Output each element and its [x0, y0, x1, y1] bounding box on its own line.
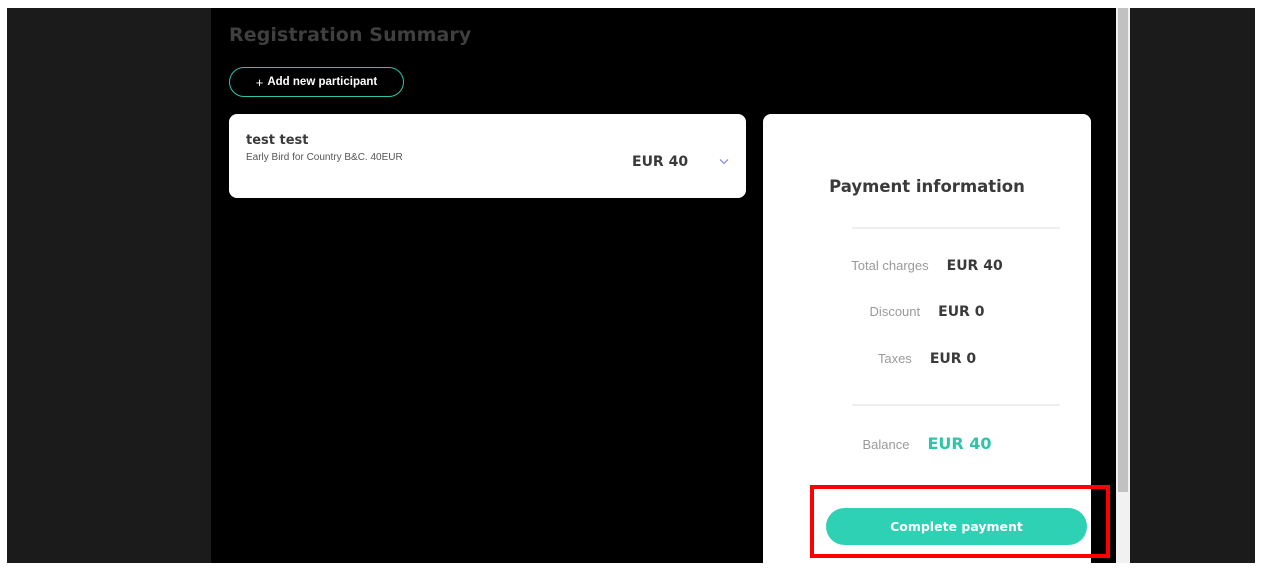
taxes-value: EUR 0: [929, 351, 977, 367]
participant-price: EUR 40: [632, 154, 689, 170]
balance-label: Balance: [862, 437, 910, 452]
add-participant-label: Add new participant: [267, 76, 378, 88]
total-charges-value: EUR 40: [946, 258, 1003, 274]
plus-icon: +: [255, 74, 264, 90]
divider: [852, 227, 1060, 229]
discount-value: EUR 0: [938, 304, 985, 320]
scrollbar-thumb[interactable]: [1118, 8, 1128, 492]
divider: [852, 404, 1060, 406]
balance-value: EUR 40: [927, 434, 992, 453]
chevron-down-icon[interactable]: [717, 154, 731, 168]
total-charges-label: Total charges: [851, 258, 929, 273]
discount-label: Discount: [869, 304, 921, 319]
balance-row: Balance EUR 40: [763, 434, 1091, 453]
add-participant-button[interactable]: + Add new participant: [229, 67, 404, 97]
discount-row: Discount EUR 0: [763, 304, 1091, 320]
participant-card[interactable]: test test Early Bird for Country B&C. 40…: [229, 114, 746, 198]
payment-card: Payment information Total charges EUR 40…: [763, 114, 1091, 574]
page-title: Registration Summary: [229, 24, 472, 46]
participant-name: test test: [246, 133, 309, 148]
payment-title: Payment information: [829, 177, 1025, 196]
participant-ticket: Early Bird for Country B&C. 40EUR: [246, 152, 403, 163]
taxes-label: Taxes: [877, 351, 912, 366]
total-charges-row: Total charges EUR 40: [763, 258, 1091, 274]
screen: Registration Summary + Add new participa…: [0, 0, 1261, 574]
complete-payment-button[interactable]: Complete payment: [826, 508, 1087, 545]
taxes-row: Taxes EUR 0: [763, 351, 1091, 367]
